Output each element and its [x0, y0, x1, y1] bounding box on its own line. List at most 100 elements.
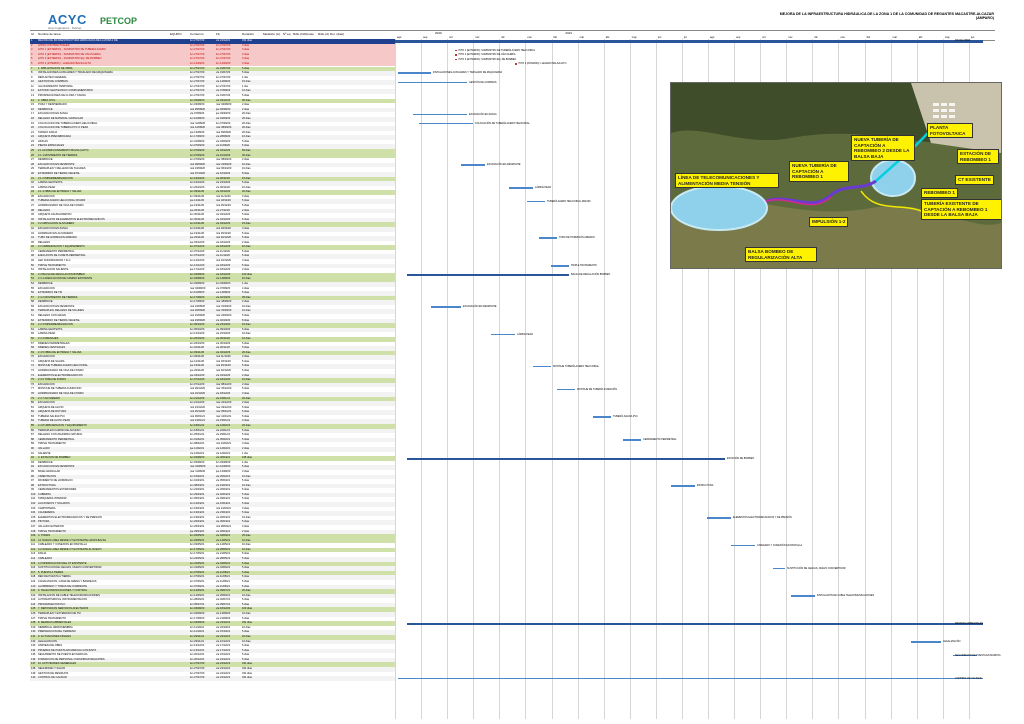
timescale-year: 2020 [435, 31, 442, 35]
gantt-bar-label: LEGALIZACIÓN [943, 639, 961, 643]
gantt-bar[interactable] [419, 122, 473, 125]
gantt-bar[interactable] [539, 237, 557, 240]
gantt-bar[interactable] [515, 63, 517, 65]
header-col: Nº eq [283, 32, 291, 36]
gantt-bar[interactable] [455, 58, 457, 61]
callout-linea-telecomunicaciones: LÍNEA DE TELECOMUNICACIONES Y ALIMENTACI… [675, 173, 779, 188]
grid-line [447, 39, 449, 719]
header-start: Comienzo [190, 32, 204, 36]
grid-line [525, 39, 527, 719]
gantt-bar[interactable] [413, 113, 467, 116]
gantt-bar[interactable] [491, 333, 515, 336]
task-row[interactable]: 140 CONTROL DE CALIDAD lun 27/07/20 vie 24/… [30, 676, 395, 681]
gantt-bar[interactable] [395, 40, 983, 43]
grid-line [421, 39, 423, 719]
gantt-bar-label: FIN DE OBRA [955, 39, 971, 43]
gantt-bar-label: LÁMINA PEAD [535, 186, 551, 190]
gantt-bar[interactable] [593, 416, 611, 418]
gantt-bar-label: HITO 2 (EXTERNO): SUMINISTRO DE VÁLVULER… [458, 53, 516, 57]
gantt-bar-label: TUBO DE HORMIGÓN ARMADO [559, 236, 595, 240]
gantt-bar-label: MONTAJE DE TUBERÍA FUNDICIÓN [577, 387, 618, 391]
gantt-bar[interactable] [407, 457, 725, 460]
gantt-bar-label: SUSTITUCIÓN DE CELDAS, NUEVO CONVERTIDOR [787, 566, 846, 570]
header-duration: Duración [242, 32, 255, 36]
callout-balsa-bombeo: BALSA BOMBEO DE REGULARIZACIÓN ALTA [745, 247, 817, 262]
gantt-bar-label: MONTAJE TUBERÍA ACERO HELICOIDAL [553, 364, 600, 368]
gantt-bar-label: SEGUIMIENTO DE PUESTA EN MARCHA [955, 653, 1001, 657]
gantt-bar-label: BALSA DE REGULACIÓN BOMBEO [571, 273, 611, 277]
gantt-bar-label: EXCAVACIÓN EN ZANJA [469, 112, 497, 116]
gantt-bar[interactable] [398, 72, 431, 75]
gantt-bar[interactable] [623, 439, 641, 441]
gantt-bar[interactable] [407, 274, 569, 277]
gantt-bar-label: CONTROL DE CALIDAD [955, 676, 982, 680]
gantt-bar-label: ESTACIÓN DE BOMBEO [727, 456, 755, 460]
gantt-bar[interactable] [527, 200, 545, 203]
gantt-bar-label: MEDIDAS AMBIENTALES [955, 621, 983, 625]
task-dur: 331 días [242, 676, 252, 680]
grid-line [551, 39, 553, 719]
gantt-bar-label: INSTALACIONES AUXILIARES Y TRASLADO DE M… [433, 71, 503, 75]
header-col: Coste [306, 32, 314, 36]
gantt-bar-label: ELEMENTOS ELECTROMECÁNICOS Y DE PRESIÓN [733, 516, 792, 520]
header-medicion: Medición (A) [263, 32, 280, 36]
gantt-bar[interactable] [509, 187, 533, 189]
gantt-bar-label: EXCAVACIÓN EN DESMONTE [463, 305, 497, 309]
gantt-bar[interactable] [791, 595, 815, 597]
callout-tuberia-existente: TUBERÍA EXISTENTE DE CAPTACIÓN A REBOMBE… [921, 199, 1001, 220]
gantt-bar[interactable] [533, 365, 551, 368]
callout-planta-fotovoltaica: PLANTA FOTOVOLTAICA [927, 123, 973, 138]
header-col: Rdto (d) [318, 32, 329, 36]
logo-partner: PETCOP [100, 16, 138, 26]
gantt-bar[interactable] [773, 567, 785, 570]
gantt-bar[interactable] [407, 622, 983, 625]
gantt-bar-label: TUBERÍA SALIDA PVC [613, 415, 638, 419]
gantt-bar-label: COLOCACIÓN DE TUBERÍA ACERO HELICOIDAL [475, 121, 530, 125]
grid-line [395, 39, 396, 719]
gantt-bar[interactable] [551, 265, 569, 267]
task-table: 1 MEJORA DE INFRAESTRUCTURA HIDRÁULICA DE… [30, 39, 395, 719]
gantt-bar-label: LÁMINA PEAD [517, 332, 533, 336]
callout-nueva-tuberia-rebombeo-1: NUEVA TUBERÍA DE CAPTACIÓN A REBOMBEO 1 [789, 161, 849, 182]
grid-line [655, 39, 657, 719]
gantt-bar[interactable] [455, 49, 457, 52]
header-equipo: EQUIPO [170, 32, 182, 36]
grid-line [603, 39, 605, 719]
gantt-bar-label: CABLEADO Y CONEXIÓN EN PANTALLA [757, 543, 803, 547]
header-col: Rdto (h/d) [293, 32, 307, 36]
gantt-bar[interactable] [398, 677, 983, 680]
callout-estacion-rebombeo: ESTACIÓN DE REBOMBEO 1 [957, 149, 999, 164]
callout-impulsion: IMPULSIÓN 1-2 [809, 217, 849, 227]
gantt-bar-label: CERRAMIENTO PERIMETRAL [643, 438, 677, 442]
grid-line [577, 39, 579, 719]
grid-line [473, 39, 475, 719]
gantt-bar-label: HITO 3 (EXTERNO): SUMINISTRO EQ. DE BOMB… [458, 57, 517, 61]
gantt-bar[interactable] [398, 81, 467, 84]
header-end: Fin [216, 32, 221, 36]
logo-name: ACYC [48, 12, 87, 27]
project-title: MEJORA DE LA INFRAESTRUCTURA HIDRÁULICA … [779, 12, 994, 21]
gantt-bar-label: ESTRUCTURA [697, 484, 714, 488]
gantt-bar[interactable] [431, 306, 461, 308]
grid-line [629, 39, 631, 719]
site-aerial-photo: PLANTA FOTOVOLTAICA NUEVA TUBERÍA DE CAP… [670, 82, 1002, 269]
callout-rebombeo-1: REBOMBEO 1 [921, 188, 958, 198]
gantt-bar-label: INSTALACIÓN DE CABLE TELECOMUNICACIONES [817, 594, 875, 598]
header-id: Id [31, 32, 34, 36]
grid-line [499, 39, 501, 719]
gantt-bar-label: TUBERÍA ACERO HELICOIDAL DN1000 [547, 199, 591, 203]
callout-ct-existente: CT EXISTENTE [955, 175, 994, 185]
gantt-bar[interactable] [707, 517, 731, 519]
gantt-bar-label: EXCAVACIÓN EN DESMONTE [487, 163, 521, 167]
gantt-bar-label: HITO 4 (INTERNO): LLENADO BALSA ALTO [518, 62, 567, 66]
gantt-bar[interactable] [455, 54, 457, 56]
gantt-bar[interactable] [671, 485, 695, 487]
header-name: Nombre de tarea [38, 32, 61, 36]
gantt-bar-label: TRIPLE TRATAMIENTO [571, 264, 597, 267]
gantt-bar[interactable] [731, 544, 755, 547]
gantt-bar-label: HITO 1 (EXTERNO): SUMINISTRO DE TUBERÍA … [458, 48, 536, 52]
gantt-bar[interactable] [557, 388, 575, 391]
gantt-bar[interactable] [911, 640, 941, 643]
task-start: lun 27/07/20 [190, 676, 205, 680]
gantt-bar[interactable] [461, 164, 485, 166]
